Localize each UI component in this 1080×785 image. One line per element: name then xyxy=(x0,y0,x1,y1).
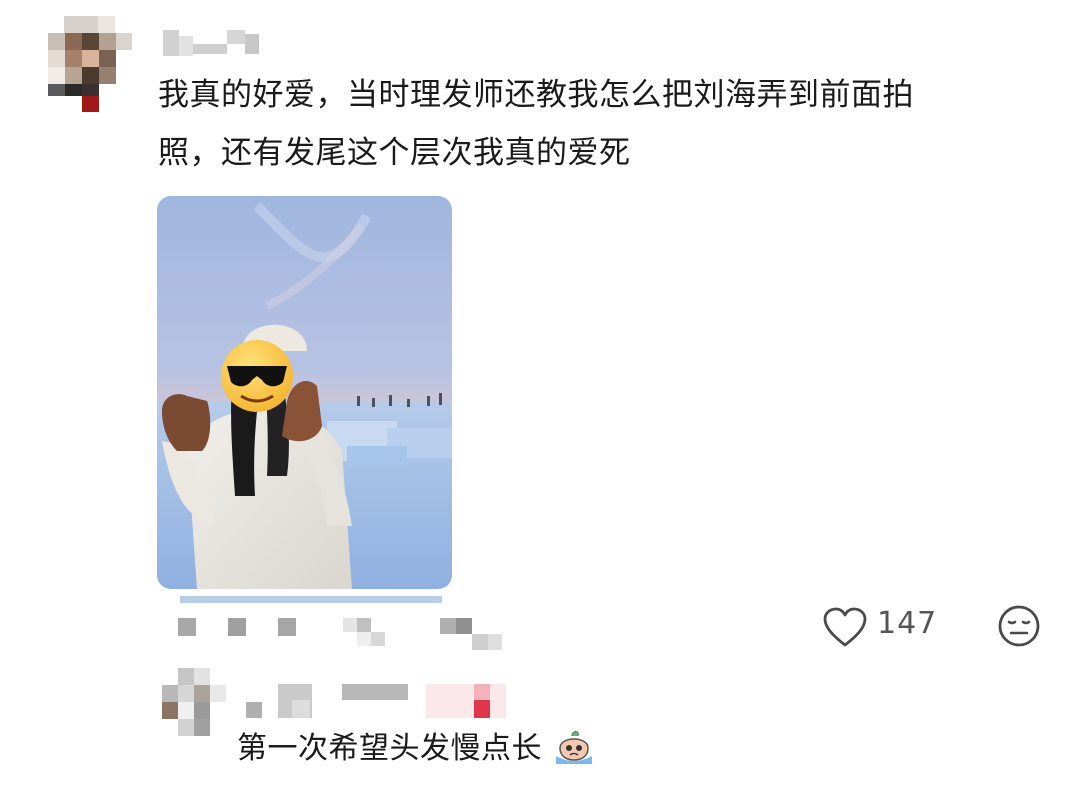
comment-text-line-2: 照，还有发尾这个层次我真的爱死 xyxy=(158,135,631,171)
neutral-face-icon[interactable] xyxy=(997,604,1041,648)
commenter-username[interactable] xyxy=(163,30,263,62)
crying-face-emoji-icon xyxy=(552,726,596,766)
reply-avatar[interactable] xyxy=(162,668,232,736)
reply-text-content: 第一次希望头发慢点长 xyxy=(237,731,542,766)
heart-icon xyxy=(822,606,868,648)
photo-divider xyxy=(180,596,442,603)
like-count: 147 xyxy=(877,606,938,641)
commenter-avatar[interactable] xyxy=(48,16,132,112)
comment-text: 我真的好爱，当时理发师还教我怎么把刘海弄到前面拍 照，还有发尾这个层次我真的爱死 xyxy=(158,66,998,182)
reply-username[interactable] xyxy=(240,684,510,720)
comment-meta xyxy=(178,618,508,654)
comment-photo[interactable] xyxy=(157,196,452,589)
comment-text-line-1: 我真的好爱，当时理发师还教我怎么把刘海弄到前面拍 xyxy=(158,77,914,113)
reply-text: 第一次希望头发慢点长 xyxy=(237,723,596,767)
